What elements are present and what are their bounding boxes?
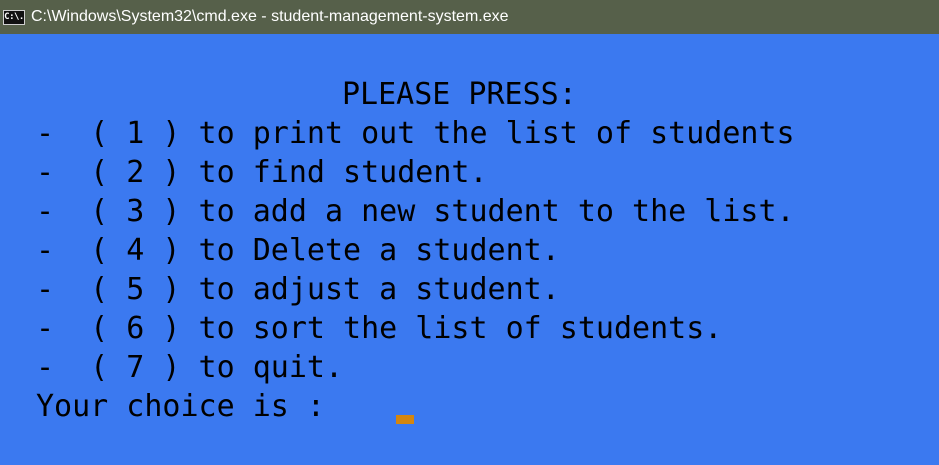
- menu-option-6: - ( 6 ) to sort the list of students.: [36, 311, 723, 346]
- window-title: C:\Windows\System32\cmd.exe - student-ma…: [31, 8, 509, 25]
- menu-option-1: - ( 1 ) to print out the list of student…: [36, 116, 795, 151]
- title-bar[interactable]: C:\. C:\Windows\System32\cmd.exe - stude…: [0, 0, 939, 34]
- menu-option-7: - ( 7 ) to quit.: [36, 350, 344, 385]
- cmd-icon-text: C:\.: [4, 11, 24, 22]
- menu-option-2: - ( 2 ) to find student.: [36, 155, 488, 190]
- text-cursor[interactable]: [396, 415, 414, 424]
- menu-option-3: - ( 3 ) to add a new student to the list…: [36, 194, 795, 229]
- menu-option-4: - ( 4 ) to Delete a student.: [36, 233, 560, 268]
- menu-option-5: - ( 5 ) to adjust a student.: [36, 272, 560, 307]
- cmd-prompt-icon[interactable]: C:\.: [3, 9, 25, 25]
- console-window: C:\. C:\Windows\System32\cmd.exe - stude…: [0, 0, 939, 465]
- console-output[interactable]: PLEASE PRESS: - ( 1 ) to print out the l…: [0, 34, 939, 465]
- choice-prompt: Your choice is :: [36, 389, 325, 424]
- menu-heading: PLEASE PRESS:: [342, 77, 577, 112]
